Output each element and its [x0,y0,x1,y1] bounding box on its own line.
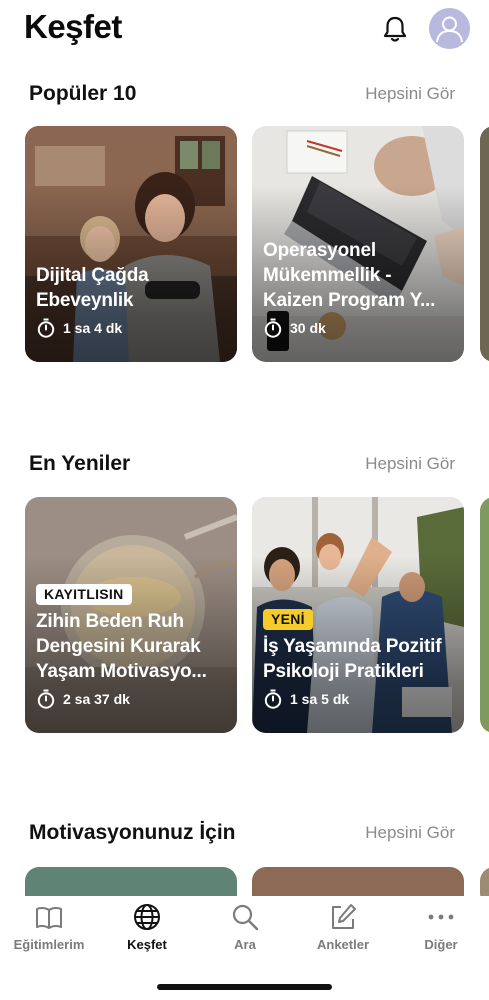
see-all-link[interactable]: Hepsini Gör [365,454,455,474]
duration-text: 1 sa 4 dk [63,320,123,336]
card-row: Dijital Çağda Ebeveynlik 1 sa 4 dk Opera… [25,126,489,362]
edit-icon [328,902,358,932]
book-icon [34,902,64,932]
tab-diger[interactable]: Diğer [392,896,489,960]
card-peek[interactable] [480,126,489,362]
duration-text: 1 sa 5 dk [290,691,350,707]
search-icon [230,902,260,932]
card-title: Dijital Çağda Ebeveynlik [36,265,149,311]
section-motivation: Motivasyonunuz İçin Hepsini Gör [0,820,489,907]
see-all-link[interactable]: Hepsini Gör [365,84,455,104]
timer-icon [264,318,282,338]
tab-label: Diğer [424,937,458,952]
section-title: En Yeniler [29,452,131,475]
section-title: Motivasyonunuz İçin [29,821,236,844]
see-all-link[interactable]: Hepsini Gör [365,823,455,843]
tab-kesfet[interactable]: Keşfet [98,896,196,960]
card-duration: 1 sa 4 dk [36,318,227,338]
home-indicator [157,984,332,990]
page-title: Keşfet [24,8,122,45]
tab-ara[interactable]: Ara [196,896,294,960]
timer-icon [37,689,55,709]
section-popular: Popüler 10 Hepsini Gör Dijital Çağda Ebe… [0,80,489,370]
card-info: Operasyonel Mükemmellik - Kaizen Program… [263,238,454,338]
more-icon [426,902,456,932]
card-duration: 1 sa 5 dk [263,689,454,709]
globe-icon [132,902,162,932]
timer-icon [37,318,55,338]
header: Keşfet [0,0,489,64]
course-card[interactable]: Dijital Çağda Ebeveynlik 1 sa 4 dk [25,126,237,362]
tab-egitimlerim[interactable]: Eğitimlerim [0,896,98,960]
avatar[interactable] [429,8,470,49]
course-card[interactable]: KAYITLISIN Zihin Beden Ruh Dengesini Kur… [25,497,237,733]
card-title: Zihin Beden Ruh Dengesini Kurarak Yaşam … [36,611,207,682]
section-title: Popüler 10 [29,82,137,105]
timer-icon [264,689,282,709]
tab-anketler[interactable]: Anketler [294,896,392,960]
course-card[interactable]: Operasyonel Mükemmellik - Kaizen Program… [252,126,464,362]
card-row: KAYITLISIN Zihin Beden Ruh Dengesini Kur… [25,497,489,733]
card-info: YENİ İş Yaşamında Pozitif Psikoloji Prat… [263,609,454,709]
card-info: KAYITLISIN Zihin Beden Ruh Dengesini Kur… [36,584,227,709]
section-newest: En Yeniler Hepsini Gör KAYITLISIN Zihin … [0,450,489,740]
card-duration: 2 sa 37 dk [36,689,227,709]
card-duration: 30 dk [263,318,454,338]
card-title: Operasyonel Mükemmellik - Kaizen Program… [263,240,436,311]
registered-badge: KAYITLISIN [36,584,132,605]
course-card[interactable]: YENİ İş Yaşamında Pozitif Psikoloji Prat… [252,497,464,733]
card-info: Dijital Çağda Ebeveynlik 1 sa 4 dk [36,263,227,338]
tab-label: Ara [234,937,256,952]
duration-text: 30 dk [290,320,326,336]
card-title: İş Yaşamında Pozitif Psikoloji Pratikler… [263,636,442,682]
new-badge: YENİ [263,609,313,630]
avatar-icon [436,16,463,43]
tab-label: Keşfet [127,937,167,952]
duration-text: 2 sa 37 dk [63,691,130,707]
tab-label: Eğitimlerim [13,937,85,952]
card-peek[interactable] [480,497,489,733]
tab-label: Anketler [316,937,370,952]
bell-icon[interactable] [378,12,412,46]
